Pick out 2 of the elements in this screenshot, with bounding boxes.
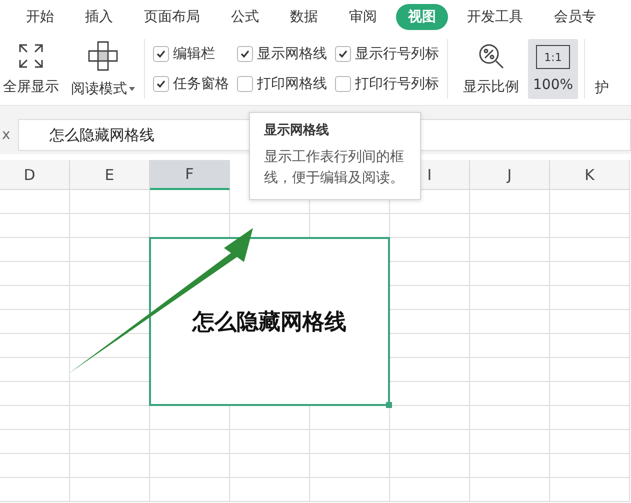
tooltip-title: 显示网格线 — [264, 122, 330, 139]
ratio-icon: 1:1 — [536, 45, 570, 69]
